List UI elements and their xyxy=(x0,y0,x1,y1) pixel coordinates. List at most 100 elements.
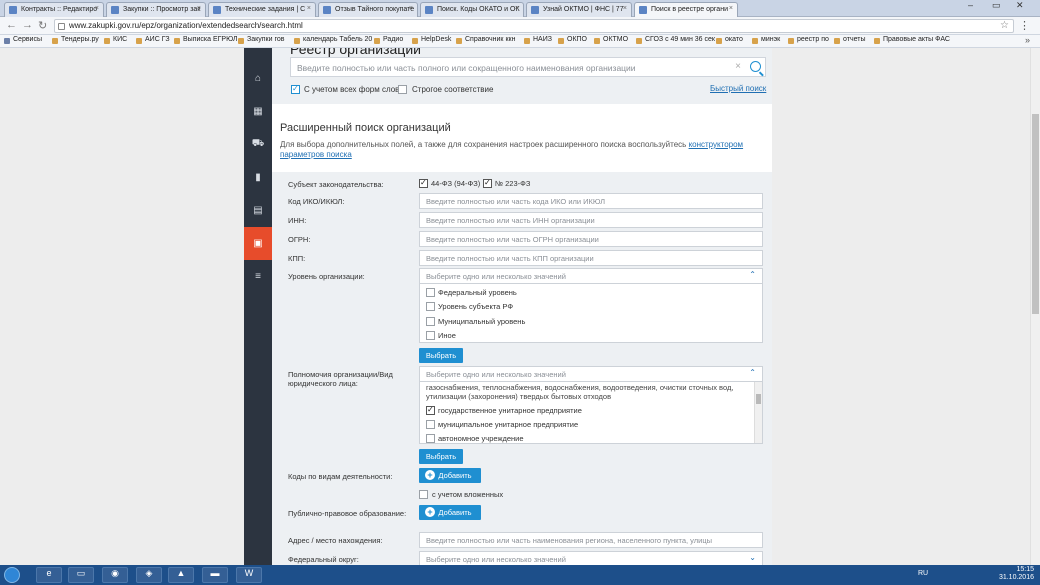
close-icon[interactable]: × xyxy=(197,5,201,12)
explorer-icon[interactable]: ▭ xyxy=(68,567,94,583)
forward-arrow-icon[interactable]: → xyxy=(22,19,33,31)
app-icon[interactable]: ◈ xyxy=(136,567,162,583)
bookmark-item[interactable]: отчеты xyxy=(834,36,866,44)
close-icon[interactable]: × xyxy=(515,5,519,12)
list-item[interactable]: Федеральный уровень xyxy=(426,288,517,297)
maximize-icon[interactable]: ▭ xyxy=(992,0,1001,11)
law-223-checkbox[interactable] xyxy=(483,178,492,188)
list-icon[interactable]: ≡ xyxy=(244,260,272,293)
choose-level-button[interactable]: Выбрать xyxy=(419,348,463,363)
list-item[interactable]: Уровень субъекта РФ xyxy=(426,302,513,311)
bookmark-item[interactable]: минэк xyxy=(752,36,780,44)
search-params-link[interactable]: параметров поиска xyxy=(280,150,352,159)
bookmark-item[interactable]: Закупки гов xyxy=(238,36,284,44)
address-input[interactable]: Введите полностью или часть наименования… xyxy=(419,532,763,548)
federal-district-select[interactable]: Выберите одно или несколько значений ⌄ xyxy=(419,551,763,565)
browser-tab[interactable]: Контракты :: Редактиро × xyxy=(4,2,104,17)
home-icon[interactable]: ⌂ xyxy=(244,62,272,95)
close-icon[interactable]: × xyxy=(623,5,627,12)
bookmark-item[interactable]: Справочник ккн xyxy=(456,36,515,44)
bookmark-item[interactable]: Сервисы xyxy=(4,36,42,44)
list-item[interactable]: Муниципальный уровень xyxy=(426,317,525,326)
bookmark-item[interactable]: окато xyxy=(716,36,743,44)
list-item[interactable]: Иное xyxy=(426,331,456,340)
bookmark-item[interactable]: НАИЗ xyxy=(524,36,552,44)
minimize-icon[interactable]: ‒ xyxy=(968,0,973,10)
option-checkbox[interactable] xyxy=(426,331,435,340)
option-checkbox[interactable] xyxy=(426,434,435,443)
address-bar[interactable]: www.zakupki.gov.ru/epz/organization/exte… xyxy=(54,19,1014,33)
bookmark-item[interactable]: календарь Табель 20 xyxy=(294,36,372,44)
iko-input[interactable]: Введите полностью или часть кода ИКО или… xyxy=(419,193,763,209)
option-checkbox[interactable] xyxy=(426,420,435,429)
bookmark-item[interactable]: АИС ГЗ xyxy=(136,36,170,44)
bookmark-item[interactable]: Правовые акты ФАС xyxy=(874,36,950,44)
browser-tab[interactable]: Закупки :: Просмотр зак × xyxy=(106,2,206,17)
list-item[interactable]: муниципальное унитарное предприятие xyxy=(426,420,578,429)
choose-authority-button[interactable]: Выбрать xyxy=(419,449,463,464)
book-icon[interactable]: ▮ xyxy=(244,161,272,194)
browser-tab[interactable]: Отзыв Тайного покупате × xyxy=(318,2,418,17)
add-activity-code-button[interactable]: + Добавить xyxy=(419,468,481,483)
calendar-icon[interactable]: ▦ xyxy=(244,95,272,128)
all-word-forms-checkbox[interactable] xyxy=(291,84,300,94)
authority-select[interactable]: Выберите одно или несколько значений ⌃ xyxy=(419,366,763,382)
bookmark-item[interactable]: Выписка ЕГРЮЛ xyxy=(174,36,237,44)
quick-search-link[interactable]: Быстрый поиск xyxy=(710,84,766,93)
nested-checkbox[interactable] xyxy=(419,490,428,499)
add-public-entity-button[interactable]: + Добавить xyxy=(419,505,481,520)
close-icon[interactable]: × xyxy=(307,5,311,12)
kpp-input[interactable]: Введите полностью или часть КПП организа… xyxy=(419,250,763,266)
app-icon[interactable]: ▲ xyxy=(168,567,194,583)
option-checkbox[interactable] xyxy=(426,288,435,297)
bookmark-item[interactable]: реестр по xyxy=(788,36,829,44)
option-checkbox[interactable] xyxy=(426,317,435,326)
document-icon[interactable]: ▤ xyxy=(244,194,272,227)
bookmark-star-icon[interactable]: ☆ xyxy=(1000,20,1009,31)
window-close-icon[interactable]: ✕ xyxy=(1016,0,1024,11)
language-indicator[interactable]: RU xyxy=(918,570,928,577)
bookmark-item[interactable]: СГОЗ с 49 мин 36 сек xyxy=(636,36,715,44)
inn-input[interactable]: Введите полностью или часть ИНН организа… xyxy=(419,212,763,228)
reload-icon[interactable]: ↻ xyxy=(38,19,47,32)
org-level-select[interactable]: Выберите одно или несколько значений ⌃ xyxy=(419,268,763,284)
browser-tab[interactable]: Поиск. Коды ОКАТО и ОК × xyxy=(420,2,524,17)
bookmarks-overflow-icon[interactable]: » xyxy=(1025,35,1030,45)
cart-icon[interactable]: ⛟ xyxy=(244,128,272,161)
list-item[interactable]: государственное унитарное предприятие xyxy=(426,405,582,415)
close-icon[interactable]: × xyxy=(729,5,733,12)
bookmark-item[interactable]: Тендеры.ру xyxy=(52,36,99,44)
search-icon[interactable] xyxy=(750,61,761,72)
bookmark-item[interactable]: HelpDesk xyxy=(412,36,451,44)
app-icon[interactable]: ▬ xyxy=(202,567,228,583)
browser-tab-active[interactable]: Поиск в реестре органи × xyxy=(634,2,738,17)
scroll-thumb[interactable] xyxy=(1032,114,1039,314)
dropdown-scrollbar[interactable] xyxy=(754,382,762,443)
back-arrow-icon[interactable]: ← xyxy=(6,19,17,31)
browser-menu-icon[interactable]: ⋮ xyxy=(1019,19,1030,32)
briefcase-icon[interactable]: ▣ xyxy=(244,227,272,260)
close-icon[interactable]: × xyxy=(409,5,413,12)
bookmark-item[interactable]: ОКПО xyxy=(558,36,587,44)
list-item[interactable]: автономное учреждение xyxy=(426,434,524,443)
bookmark-item[interactable]: ОКТМО xyxy=(594,36,628,44)
browser-tab[interactable]: Технические задания | С × xyxy=(208,2,316,17)
close-icon[interactable]: × xyxy=(95,5,99,12)
browser-tab[interactable]: Узнай ОКТМО | ФНС | 77 × xyxy=(526,2,632,17)
ogrn-input[interactable]: Введите полностью или часть ОГРН организ… xyxy=(419,231,763,247)
page-scrollbar[interactable] xyxy=(1030,48,1040,565)
constructor-link[interactable]: конструктором xyxy=(689,140,744,149)
bookmark-item[interactable]: КИС xyxy=(104,36,127,44)
start-button[interactable] xyxy=(4,567,20,583)
option-checkbox[interactable] xyxy=(426,302,435,311)
law-44-checkbox[interactable] xyxy=(419,178,428,188)
word-icon[interactable]: W xyxy=(236,567,262,583)
scroll-thumb[interactable] xyxy=(756,394,761,404)
clear-icon[interactable]: × xyxy=(735,61,741,72)
chrome-icon[interactable]: ◉ xyxy=(102,567,128,583)
ie-icon[interactable]: e xyxy=(36,567,62,583)
strict-match-checkbox[interactable] xyxy=(398,85,407,94)
clock[interactable]: 15:15 31.10.2016 xyxy=(999,566,1034,582)
option-checkbox[interactable] xyxy=(426,405,435,415)
org-search-input[interactable]: Введите полностью или часть полного или … xyxy=(290,57,766,77)
